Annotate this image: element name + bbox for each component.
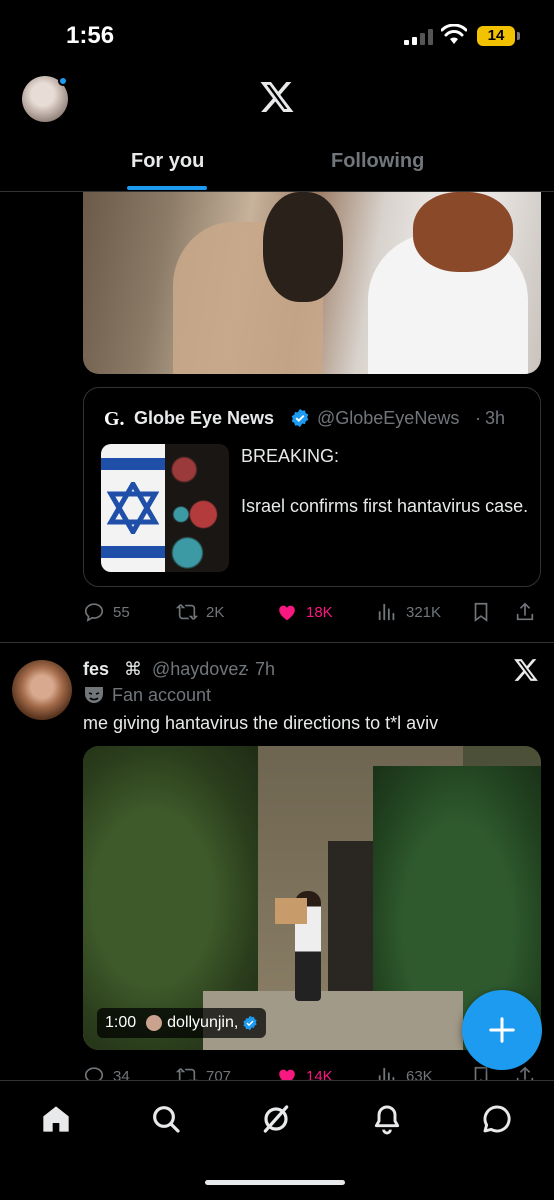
video-credit[interactable]: dollyunjin, [167, 1014, 238, 1032]
signal-icon [404, 29, 433, 45]
search-icon [153, 1106, 180, 1133]
quote-separator: · [475, 408, 481, 428]
author-handle: @haydovez [152, 659, 248, 679]
home-indicator [205, 1180, 345, 1185]
reply-icon [84, 603, 104, 622]
quote-author-name[interactable]: Globe Eye News [134, 408, 274, 429]
status-time: 1:56 [66, 22, 115, 49]
notification-dot [58, 76, 68, 86]
quoted-post-card[interactable]: G. Globe Eye News @GlobeEyeNews · 3h BRE… [83, 387, 541, 587]
quote-source-logo: G. [104, 408, 125, 430]
quote-thumbnail [101, 444, 229, 572]
repost-button[interactable]: 2K [176, 598, 224, 626]
grok-icon [263, 1105, 289, 1133]
compose-button[interactable] [462, 990, 542, 1070]
share-icon [516, 602, 534, 621]
messages-icon [483, 1105, 511, 1133]
bookmark-button[interactable] [470, 598, 492, 626]
post-media-image[interactable] [83, 192, 541, 374]
nav-grok[interactable] [256, 1099, 296, 1139]
star-of-david-icon [107, 482, 159, 534]
active-tab-indicator [127, 186, 207, 190]
repost-count: 2K [206, 603, 225, 621]
author-avatar[interactable] [12, 660, 72, 720]
reply-button[interactable]: 55 [83, 598, 130, 626]
views-button[interactable]: 321K [376, 598, 441, 626]
post1-action-bar: 55 2K 18K 321K [0, 598, 554, 626]
views-count: 321K [406, 603, 442, 621]
status-bar: 1:56 14 [0, 0, 554, 70]
fan-account-label: Fan account [112, 685, 212, 705]
like-count: 18K [306, 603, 333, 621]
bookmark-icon [474, 602, 488, 622]
views-icon [378, 603, 395, 621]
nav-notifications[interactable] [367, 1099, 407, 1139]
top-header: For you Following [0, 70, 554, 192]
like-icon [279, 605, 295, 621]
home-icon [43, 1106, 69, 1132]
nav-home[interactable] [36, 1099, 76, 1139]
video-info-chip: 1:00 dollyunjin, [97, 1008, 267, 1038]
fan-mask-icon [85, 687, 103, 703]
verified-icon [291, 408, 309, 428]
compose-plus-icon [489, 1017, 515, 1043]
tab-for-you[interactable]: For you [131, 150, 204, 173]
x-logo-icon [260, 82, 294, 112]
nav-messages[interactable] [477, 1099, 517, 1139]
x-logo-icon[interactable] [513, 658, 539, 682]
quote-text: BREAKING: Israel confirms first hantavir… [241, 446, 529, 516]
tab-following[interactable]: Following [331, 150, 424, 173]
post-text: me giving hantavirus the directions to t… [83, 713, 439, 733]
repost-icon [176, 604, 198, 620]
nav-search[interactable] [146, 1099, 186, 1139]
name-glyph: ⌘ [124, 659, 142, 679]
quote-author-handle: @GlobeEyeNews [317, 408, 460, 428]
like-button[interactable]: 18K [276, 598, 333, 626]
post-divider [0, 642, 554, 643]
video-duration: 1:00 [105, 1014, 137, 1031]
author-name[interactable]: fes [83, 659, 109, 680]
credit-avatar [146, 1015, 163, 1031]
battery-indicator: 14 [477, 26, 520, 46]
share-button[interactable] [514, 598, 536, 626]
quote-timestamp: 3h [485, 408, 506, 428]
notifications-icon [374, 1105, 400, 1135]
wifi-icon [441, 24, 467, 44]
reply-count: 55 [113, 603, 130, 621]
verified-icon [243, 1015, 257, 1031]
post-separator: · [244, 659, 250, 679]
post-timestamp: 7h [255, 659, 276, 679]
